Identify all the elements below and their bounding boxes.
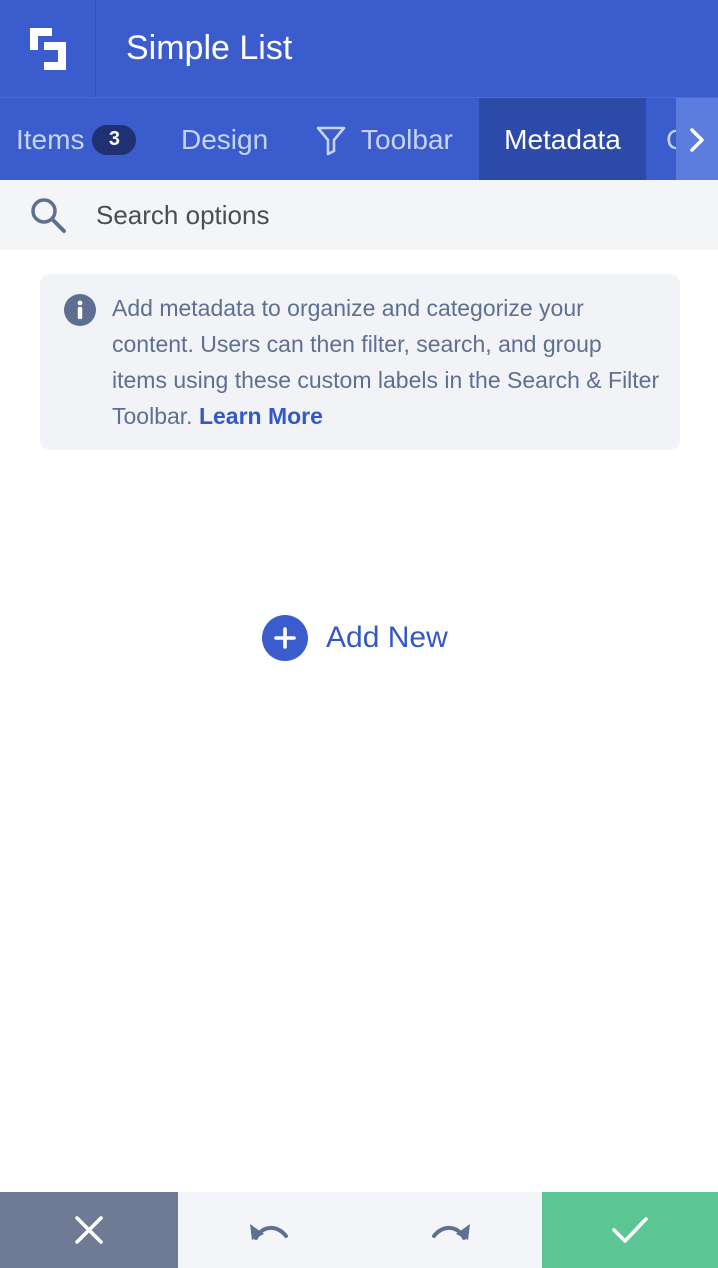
close-icon [75, 1216, 103, 1244]
tab-bar: Items 3 Design Toolbar Metadata C [0, 97, 718, 180]
search-icon [31, 198, 66, 233]
info-text: Add metadata to organize and categorize … [112, 295, 660, 429]
cancel-button[interactable] [0, 1192, 178, 1268]
info-text-block: Add metadata to organize and categorize … [112, 290, 660, 434]
tab-items[interactable]: Items 3 [16, 98, 137, 180]
add-new-label: Add New [326, 621, 448, 654]
tab-toolbar-label: Toolbar [361, 123, 453, 155]
tab-items-label: Items [16, 123, 85, 155]
chevron-right-icon [690, 127, 704, 152]
tab-toolbar[interactable]: Toolbar [315, 98, 453, 180]
undo-icon [250, 1224, 288, 1240]
app-header: Simple List [0, 0, 718, 97]
confirm-button[interactable] [542, 1192, 718, 1268]
app-title: Simple List [126, 29, 293, 67]
items-count-badge: 3 [92, 124, 137, 155]
logo[interactable] [0, 0, 96, 97]
undo-button[interactable] [178, 1192, 360, 1268]
tab-design[interactable]: Design [181, 98, 268, 180]
redo-icon [432, 1224, 470, 1240]
info-box: Add metadata to organize and categorize … [40, 274, 680, 450]
tabs-scroll-right-button[interactable] [676, 98, 718, 180]
add-new-button[interactable]: Add New [262, 614, 448, 662]
plus-circle-icon [262, 615, 308, 661]
tab-metadata-label: Metadata [504, 123, 621, 155]
filter-icon [316, 126, 346, 155]
tab-metadata[interactable]: Metadata [479, 98, 646, 180]
bottom-action-bar [0, 1192, 718, 1268]
search-icon-wrap [0, 180, 96, 250]
search-input[interactable] [96, 199, 656, 231]
redo-button[interactable] [360, 1192, 542, 1268]
search-bar [0, 180, 718, 250]
info-icon [64, 294, 96, 326]
logo-icon [29, 27, 66, 70]
tab-design-label: Design [181, 123, 269, 155]
learn-more-link[interactable]: Learn More [199, 403, 323, 429]
check-icon [612, 1217, 648, 1243]
